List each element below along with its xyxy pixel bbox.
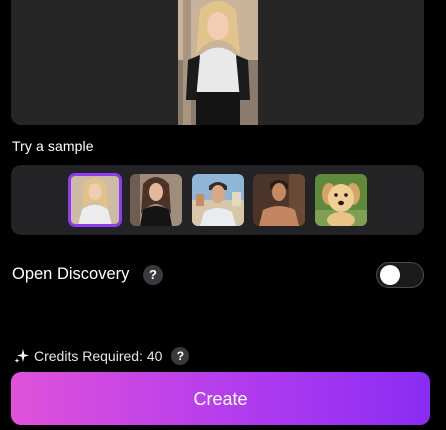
open-discovery-toggle[interactable] (376, 262, 424, 288)
discovery-help-icon[interactable]: ? (143, 265, 163, 285)
toggle-knob (380, 265, 400, 285)
open-discovery-label: Open Discovery (12, 265, 130, 283)
sample-thumb-blonde-woman[interactable] (69, 174, 121, 226)
blonde-woman-image (71, 176, 119, 224)
sample-thumb-man-coastal[interactable] (192, 174, 244, 226)
puppy-image (315, 174, 367, 226)
sparkle-icon (14, 349, 29, 363)
page: Try a sample Open Discovery ? Credits Re… (0, 0, 446, 430)
credits-label: Credits Required: 40 (34, 348, 163, 364)
preview-portrait (178, 0, 258, 125)
preview-panel (11, 0, 424, 125)
credits-help-icon[interactable]: ? (171, 347, 190, 365)
brunette-woman-image (130, 174, 182, 226)
sample-thumb-puppy[interactable] (315, 174, 367, 226)
sample-thumb-brunette-woman[interactable] (130, 174, 182, 226)
credits-row: Credits Required: 40 ? (14, 346, 190, 366)
man-coastal-image (192, 174, 244, 226)
sample-title: Try a sample (12, 138, 94, 154)
shirtless-man-image (253, 174, 305, 226)
preview-image (178, 0, 258, 125)
sample-thumb-shirtless-man[interactable] (253, 174, 305, 226)
create-button[interactable]: Create (11, 372, 430, 425)
